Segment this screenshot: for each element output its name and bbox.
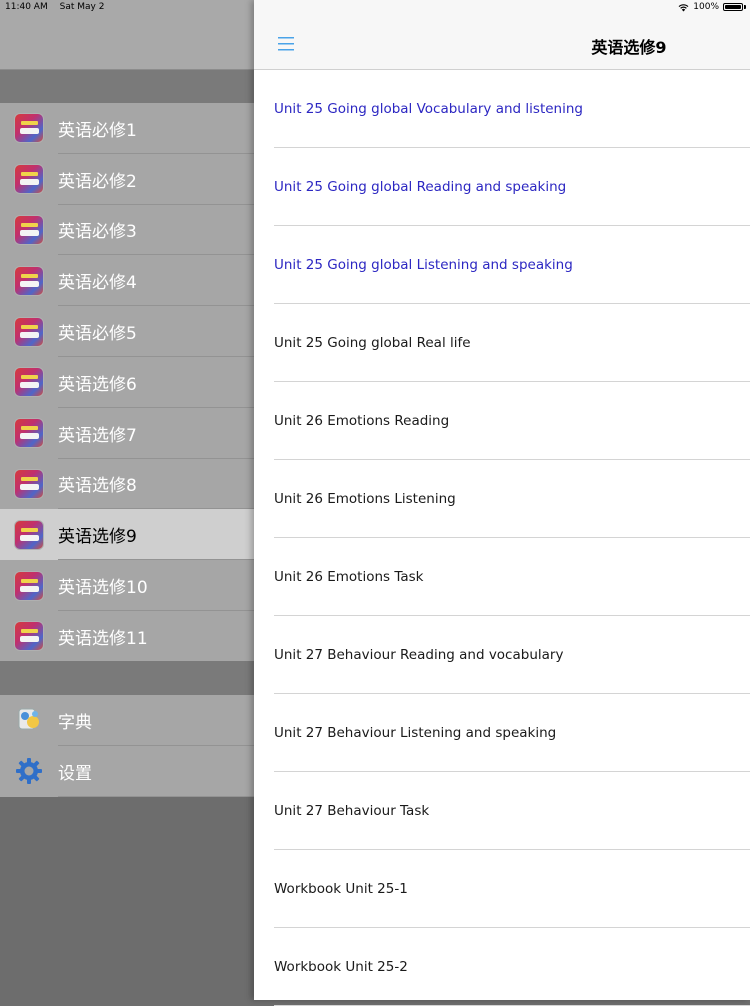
- sidebar-item-book[interactable]: 英语必修3: [0, 204, 254, 256]
- book-cover-icon: [14, 468, 44, 499]
- status-date: Sat May 2: [59, 2, 105, 12]
- status-bar: 11:40 AM Sat May 2 100%: [0, 0, 750, 16]
- sidebar-item-label: 英语选修8: [58, 476, 137, 497]
- sidebar-section-gap: [0, 70, 254, 103]
- sidebar-item-label: 英语选修11: [58, 628, 148, 649]
- book-cover-icon: [14, 570, 44, 601]
- list-item-label: Unit 26 Emotions Listening: [274, 491, 456, 507]
- book-cover-icon: [14, 214, 44, 245]
- sidebar-item-label: 英语必修1: [58, 120, 137, 141]
- dictionary-icon: [18, 708, 39, 730]
- sidebar-item-label: 英语选修7: [58, 425, 137, 446]
- sidebar-item-label: 英语必修4: [58, 273, 137, 294]
- sidebar-item-book[interactable]: 英语选修7: [0, 407, 254, 459]
- list-item[interactable]: Unit 26 Emotions Task: [254, 538, 750, 616]
- sidebar-item-book[interactable]: 英语选修6: [0, 356, 254, 408]
- sidebar-section-gap: [0, 661, 254, 695]
- book-cover-icon: [14, 265, 44, 296]
- list-item[interactable]: Unit 26 Emotions Listening: [254, 460, 750, 538]
- lesson-list: Unit 25 Going global Vocabulary and list…: [254, 70, 750, 1006]
- list-item[interactable]: Unit 25 Going global Listening and speak…: [254, 226, 750, 304]
- wifi-icon: [678, 3, 689, 11]
- sidebar-item-dictionary[interactable]: 字典: [0, 695, 254, 746]
- sidebar-item-label: 英语必修2: [58, 171, 137, 192]
- sidebar: 英语必修1 英语必修2 英语必修3 英语必修4 英语必修5 英语选修6 英语选修7 英语选修8…: [0, 0, 254, 1000]
- status-right: 100%: [678, 2, 746, 12]
- sidebar-item-label: 英语必修3: [58, 222, 137, 243]
- status-left: 11:40 AM Sat May 2: [5, 2, 113, 12]
- sidebar-item-settings[interactable]: 设置: [0, 745, 254, 797]
- list-item-label: Workbook Unit 25-1: [274, 881, 408, 897]
- sidebar-item-label: 英语选修9: [58, 527, 137, 548]
- list-item[interactable]: Unit 25 Going global Vocabulary and list…: [254, 70, 750, 148]
- battery-icon: [723, 3, 743, 11]
- content-panel: 英语选修9 Unit 25 Going global Vocabulary an…: [254, 0, 750, 1006]
- sidebar-item-book[interactable]: 英语选修11: [0, 610, 254, 662]
- status-time: 11:40 AM: [5, 2, 48, 12]
- sidebar-item-label: 英语必修5: [58, 324, 137, 345]
- sidebar-item-book[interactable]: 英语必修5: [0, 306, 254, 357]
- list-item[interactable]: Unit 26 Emotions Reading: [254, 382, 750, 460]
- list-item[interactable]: Unit 25 Going global Real life: [254, 304, 750, 382]
- battery-tip: [744, 5, 746, 9]
- sidebar-item-book[interactable]: 英语必修4: [0, 255, 254, 307]
- list-item-label: Unit 25 Going global Vocabulary and list…: [274, 101, 583, 117]
- book-list: 英语必修1 英语必修2 英语必修3 英语必修4 英语必修5 英语选修6 英语选修7 英语选修8…: [0, 103, 254, 662]
- list-item[interactable]: Workbook Unit 25-1: [254, 850, 750, 928]
- list-item[interactable]: Unit 25 Going global Reading and speakin…: [254, 148, 750, 226]
- sidebar-item-label: 设置: [58, 763, 92, 784]
- list-item-label: Unit 26 Emotions Reading: [274, 413, 450, 429]
- book-cover-icon: [14, 316, 44, 347]
- list-item-label: Workbook Unit 25-2: [274, 959, 408, 975]
- list-item-label: Unit 26 Emotions Task: [274, 569, 424, 585]
- book-cover-icon: [14, 519, 44, 550]
- book-cover-icon: [14, 367, 44, 398]
- sidebar-item-book[interactable]: 英语必修1: [0, 103, 254, 154]
- gear-icon: [16, 758, 42, 785]
- list-item[interactable]: Unit 27 Behaviour Listening and speaking: [254, 694, 750, 772]
- sidebar-item-label: 字典: [58, 712, 92, 733]
- hamburger-menu-icon[interactable]: [276, 36, 296, 52]
- book-cover-icon: [14, 113, 44, 144]
- list-item-label: Unit 25 Going global Listening and speak…: [274, 257, 573, 273]
- sidebar-item-book[interactable]: 英语必修2: [0, 153, 254, 205]
- list-item[interactable]: Unit 27 Behaviour Reading and vocabulary: [254, 616, 750, 694]
- sidebar-item-book[interactable]: 英语选修10: [0, 560, 254, 611]
- list-item-label: Unit 25 Going global Real life: [274, 335, 471, 351]
- tools-list: 字典 设置: [0, 695, 254, 797]
- sidebar-item-label: 英语选修10: [58, 578, 148, 599]
- list-item-label: Unit 25 Going global Reading and speakin…: [274, 179, 567, 195]
- sidebar-item-label: 英语选修6: [58, 374, 137, 395]
- page-title: 英语选修9: [591, 38, 667, 57]
- list-item-label: Unit 27 Behaviour Listening and speaking: [274, 725, 557, 741]
- battery-percent: 100%: [693, 2, 719, 12]
- list-item-label: Unit 27 Behaviour Reading and vocabulary: [274, 647, 564, 663]
- book-cover-icon: [14, 621, 44, 652]
- sidebar-item-book[interactable]: 英语选修8: [0, 458, 254, 510]
- sidebar-item-book[interactable]: 英语选修9: [0, 509, 254, 561]
- list-item[interactable]: Unit 27 Behaviour Task: [254, 772, 750, 850]
- list-item-label: Unit 27 Behaviour Task: [274, 803, 430, 819]
- list-item[interactable]: Workbook Unit 25-2: [254, 928, 750, 1006]
- book-cover-icon: [14, 418, 44, 449]
- book-cover-icon: [14, 164, 44, 195]
